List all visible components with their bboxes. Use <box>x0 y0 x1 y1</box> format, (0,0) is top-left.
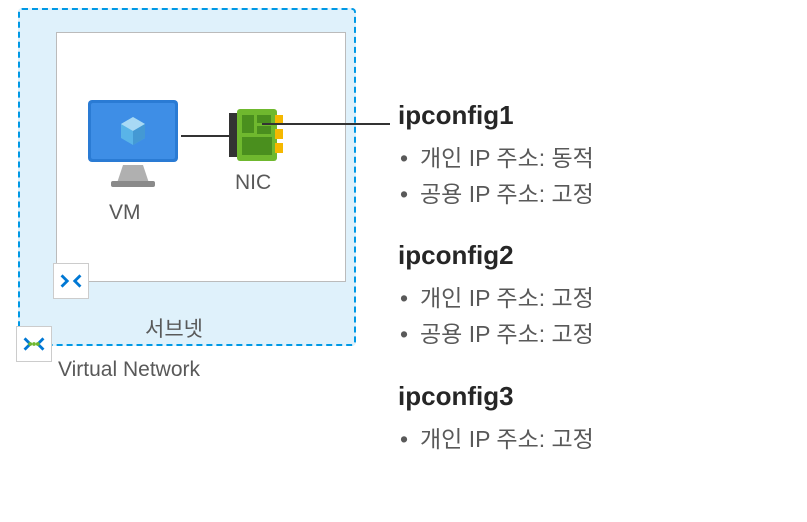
vm-nic-connector <box>181 135 231 137</box>
ipconfig2-block: ipconfig2 개인 IP 주소: 고정 공용 IP 주소: 고정 <box>398 240 594 352</box>
ipconfig1-list: 개인 IP 주소: 동적 공용 IP 주소: 고정 <box>398 141 594 212</box>
ipconfig1-title: ipconfig1 <box>398 100 594 131</box>
ipconfig2-title: ipconfig2 <box>398 240 594 271</box>
vm-icon <box>83 95 183 195</box>
ipconfig1-item: 공용 IP 주소: 고정 <box>398 177 594 213</box>
ipconfig3-title: ipconfig3 <box>398 381 594 412</box>
virtual-network-box: VM NIC 서브넷 <box>18 8 356 346</box>
subnet-label: 서브넷 <box>145 313 203 343</box>
ipconfig3-block: ipconfig3 개인 IP 주소: 고정 <box>398 381 594 458</box>
vnet-icon <box>16 326 52 362</box>
ipconfig2-list: 개인 IP 주소: 고정 공용 IP 주소: 고정 <box>398 281 594 352</box>
vm-label: VM <box>109 201 141 225</box>
vnet-label: Virtual Network <box>58 358 200 382</box>
ipconfig1-item: 개인 IP 주소: 동적 <box>398 141 594 177</box>
ipconfig-panel: ipconfig1 개인 IP 주소: 동적 공용 IP 주소: 고정 ipco… <box>398 100 594 485</box>
nic-config-connector <box>262 123 390 125</box>
ipconfig2-item: 공용 IP 주소: 고정 <box>398 317 594 353</box>
ipconfig2-item: 개인 IP 주소: 고정 <box>398 281 594 317</box>
subnet-box: VM NIC 서브넷 <box>56 32 346 282</box>
nic-icon <box>227 105 287 165</box>
ipconfig3-list: 개인 IP 주소: 고정 <box>398 422 594 458</box>
subnet-icon <box>53 263 89 299</box>
ipconfig3-item: 개인 IP 주소: 고정 <box>398 422 594 458</box>
nic-label: NIC <box>235 171 271 195</box>
ipconfig1-block: ipconfig1 개인 IP 주소: 동적 공용 IP 주소: 고정 <box>398 100 594 212</box>
